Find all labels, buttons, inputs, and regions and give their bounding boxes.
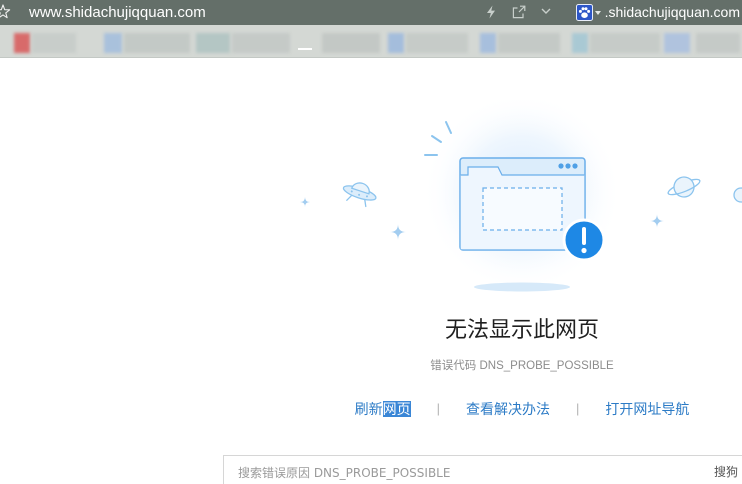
action-links: 刷新网页 | 查看解决办法 | 打开网址导航 — [302, 399, 742, 419]
window-dot — [558, 163, 564, 169]
bookmark-item[interactable] — [664, 33, 690, 53]
refresh-link-text: 刷新 — [354, 401, 383, 417]
share-icon[interactable] — [512, 5, 526, 19]
illustration-shadow — [474, 282, 570, 292]
bookmark-item[interactable] — [232, 33, 290, 53]
error-code: 错误代码 DNS_PROBE_POSSIBLE — [430, 360, 614, 372]
search-engine-box[interactable]: .shidachujiqquan.com — [574, 2, 742, 23]
search-engine-text[interactable]: .shidachujiqquan.com — [605, 4, 740, 21]
link-separator: | — [436, 401, 440, 416]
bookmark-item[interactable] — [124, 33, 190, 53]
bookmark-item[interactable] — [590, 33, 660, 53]
view-solutions-link[interactable]: 查看解决办法 — [466, 399, 550, 419]
page-title: 无法显示此网页 — [444, 318, 599, 343]
partial-planet-icon — [733, 187, 742, 203]
star-icon[interactable] — [0, 4, 11, 20]
sparkle-icon — [300, 197, 310, 207]
bookmark-active-indicator — [298, 48, 312, 50]
bookmark-item[interactable] — [572, 33, 588, 53]
window-dot — [565, 163, 571, 169]
ufo-icon — [342, 182, 377, 208]
open-navigation-link[interactable]: 打开网址导航 — [605, 399, 689, 419]
bookmark-item[interactable] — [696, 33, 740, 53]
chevron-down-icon[interactable] — [541, 8, 551, 15]
lightning-icon[interactable] — [486, 5, 496, 19]
browser-top-bar: www.shidachujiqquan.com .shidachujiqquan… — [0, 0, 742, 25]
link-separator: | — [576, 401, 580, 416]
error-illustration — [300, 100, 742, 292]
refresh-link[interactable]: 刷新网页 — [355, 399, 411, 419]
bookmark-item[interactable] — [406, 33, 468, 53]
bookmark-item[interactable] — [14, 33, 30, 53]
planet-icon — [667, 176, 701, 198]
exclamation-circle-icon — [562, 218, 606, 262]
sogou-search-button[interactable]: 搜狗 — [714, 465, 738, 479]
bookmarks-bar — [0, 25, 742, 58]
sparkle-icon — [390, 224, 406, 240]
error-search-box: 搜狗 — [223, 455, 742, 484]
bookmark-item[interactable] — [322, 33, 380, 53]
bookmark-item[interactable] — [498, 33, 560, 53]
bookmark-item[interactable] — [388, 33, 404, 53]
bookmark-item[interactable] — [196, 33, 230, 53]
dashed-content-box — [482, 187, 563, 231]
baidu-paw-icon[interactable] — [576, 4, 593, 21]
bookmark-item[interactable] — [32, 33, 76, 53]
bookmark-item[interactable] — [480, 33, 496, 53]
refresh-link-selected-text: 网页 — [382, 401, 411, 417]
error-search-input[interactable] — [238, 464, 678, 482]
window-dot — [572, 163, 578, 169]
sparkle-icon — [650, 214, 664, 228]
address-bar-url[interactable]: www.shidachujiqquan.com — [29, 4, 206, 21]
bookmark-item[interactable] — [104, 33, 122, 53]
caret-down-icon[interactable] — [595, 11, 601, 15]
